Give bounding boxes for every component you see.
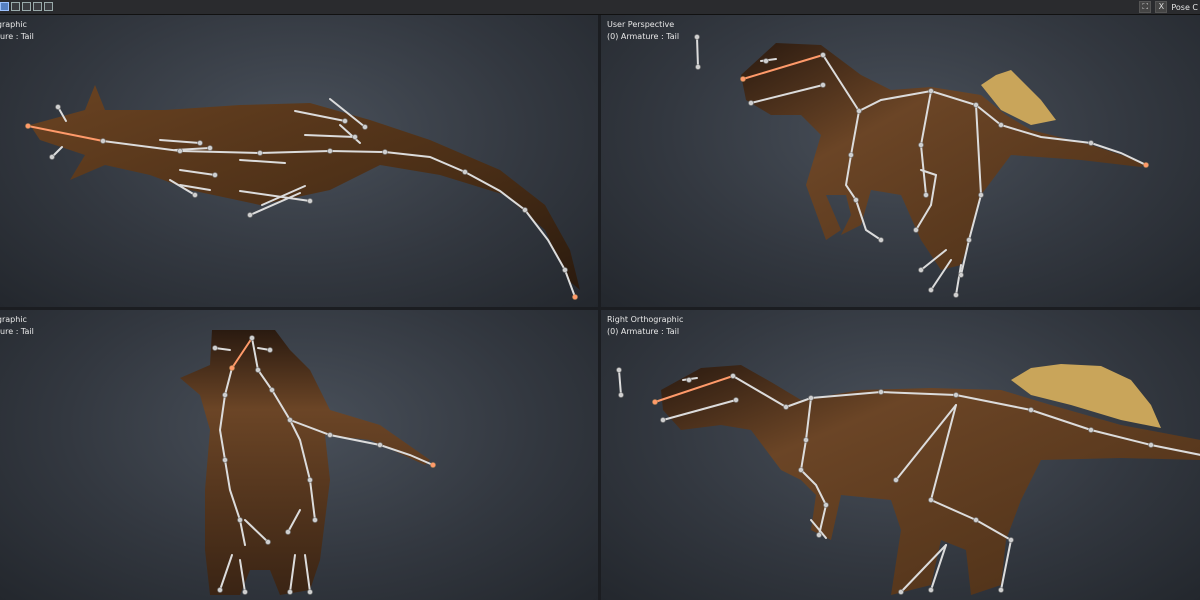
pose-mode-label[interactable]: Pose C bbox=[1171, 3, 1200, 12]
layout-quad-icon[interactable] bbox=[0, 2, 9, 11]
viewport-layout-icons bbox=[0, 2, 53, 12]
layout-grid-icon[interactable] bbox=[33, 2, 42, 11]
side-view-dinosaur-scene bbox=[616, 364, 1200, 595]
header-right-controls: ⛶ X Pose C bbox=[1139, 0, 1200, 14]
viewport-subtitle: (0) Armature : Tail bbox=[607, 32, 680, 41]
viewport-top-right[interactable]: User Perspective (0) Armature : Tail bbox=[601, 15, 1200, 307]
viewport-title: User Perspective bbox=[607, 20, 675, 29]
viewport-title: ographic bbox=[0, 20, 27, 29]
front-view-dinosaur-scene bbox=[180, 330, 436, 595]
viewport-title: ographic bbox=[0, 315, 27, 324]
perspective-dinosaur-scene bbox=[694, 34, 1149, 298]
dinosaur-body-top bbox=[30, 85, 580, 290]
viewport-bottom-right[interactable]: Right Orthographic (0) Armature : Tail bbox=[601, 310, 1200, 600]
top-view-dinosaur-scene bbox=[25, 85, 580, 300]
viewport-bottom-left[interactable]: ographic ature : Tail bbox=[0, 310, 598, 600]
viewport-title: Right Orthographic bbox=[607, 315, 684, 324]
viewport-subtitle: ature : Tail bbox=[0, 32, 34, 41]
top-header-bar: ⛶ X Pose C bbox=[0, 0, 1200, 15]
layout-camera-icon[interactable] bbox=[44, 2, 53, 11]
viewport-subtitle: ature : Tail bbox=[0, 327, 34, 336]
viewport-top-left[interactable]: ographic ature : Tail bbox=[0, 15, 598, 307]
dinosaur-body-perspective bbox=[741, 43, 1146, 270]
layout-single-icon[interactable] bbox=[11, 2, 20, 11]
viewport-subtitle: (0) Armature : Tail bbox=[607, 327, 680, 336]
maximize-icon[interactable]: ⛶ bbox=[1139, 1, 1152, 13]
layout-split-icon[interactable] bbox=[22, 2, 31, 11]
close-button[interactable]: X bbox=[1155, 1, 1168, 13]
